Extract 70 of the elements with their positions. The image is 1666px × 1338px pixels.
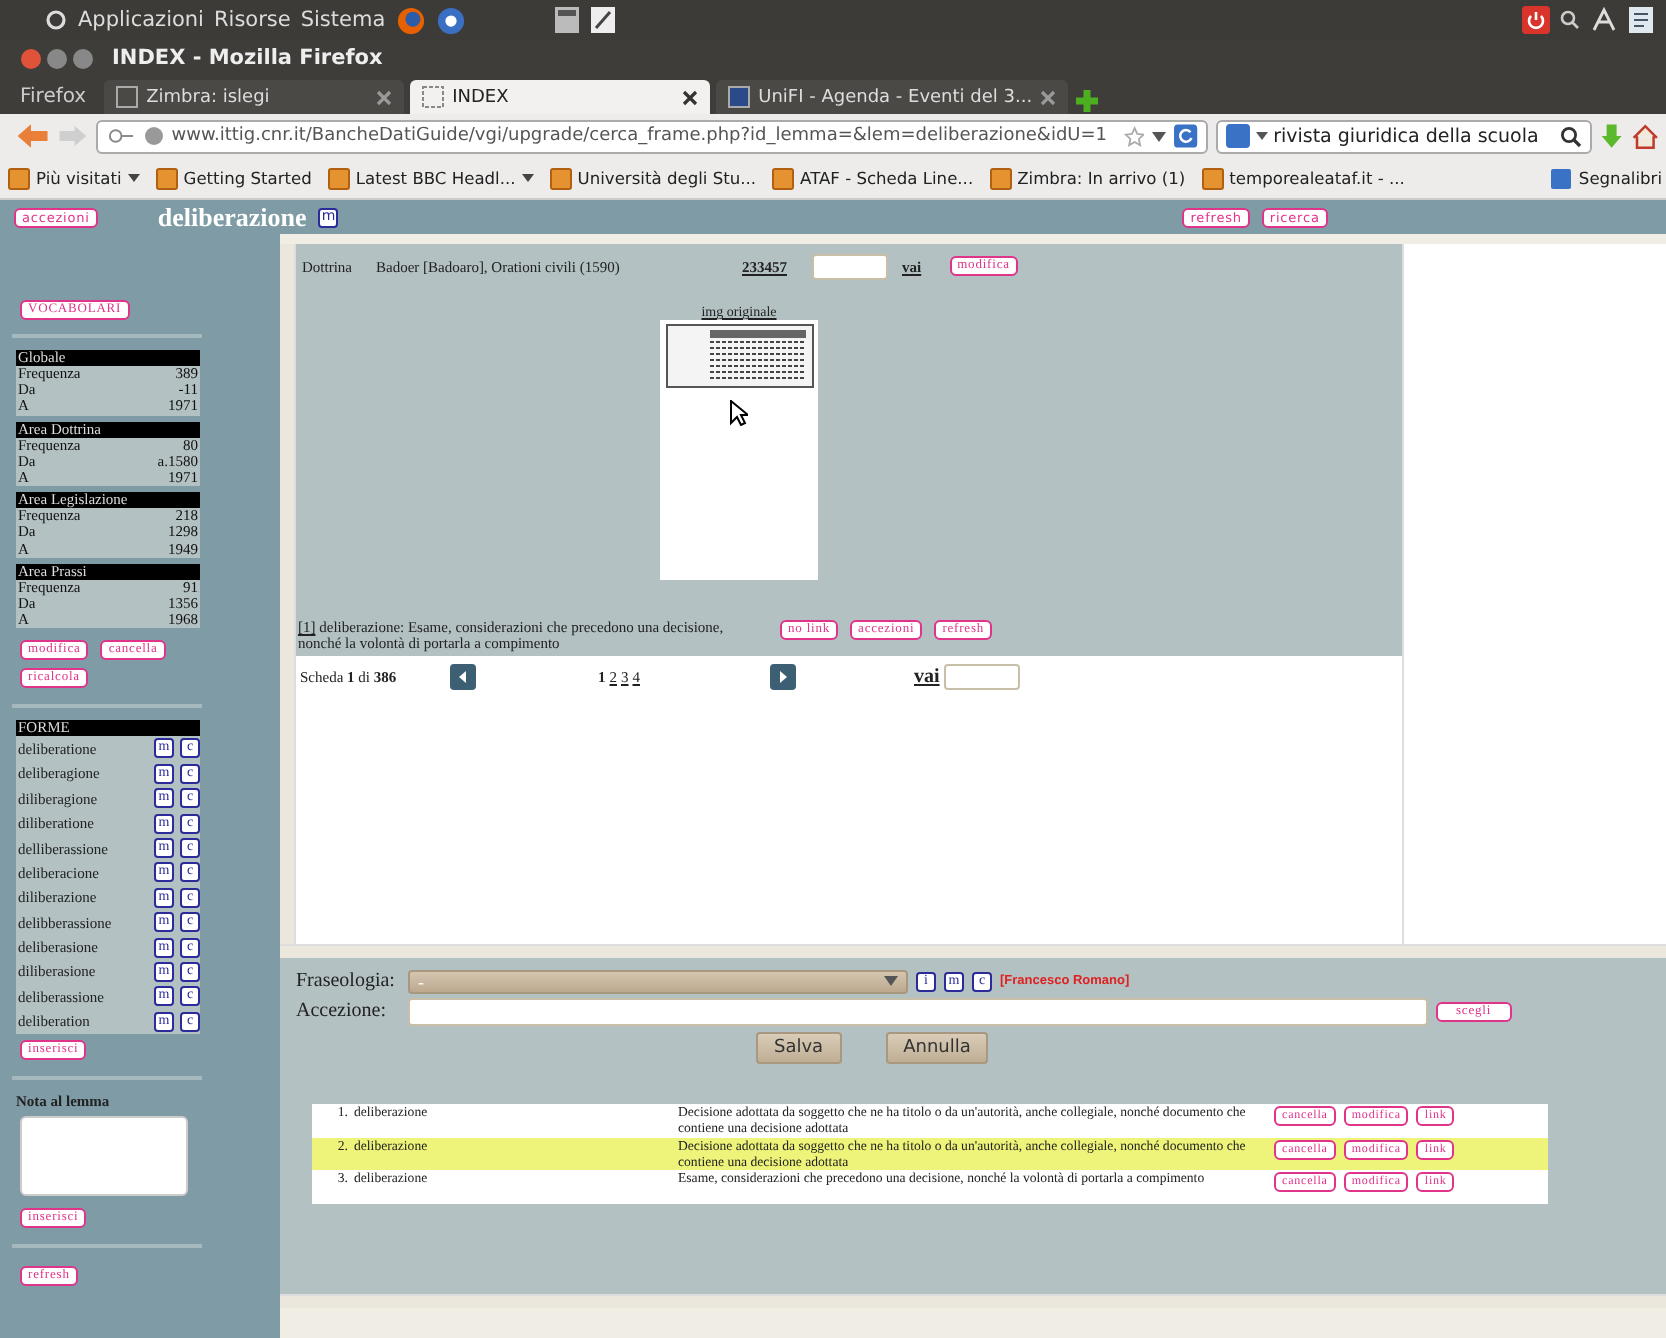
sense-label: Accezione: (296, 1000, 388, 1022)
maximize-icon[interactable] (72, 47, 94, 69)
bookmark-item[interactable]: Più visitati (8, 167, 140, 189)
bookmark-item[interactable]: temporealeataf.it - ... (1201, 167, 1405, 189)
close-tab-icon[interactable] (682, 89, 699, 105)
key-icon (105, 124, 137, 148)
back-arrow-icon[interactable] (16, 120, 50, 152)
bookmark-icon (989, 167, 1012, 189)
calculator-icon[interactable] (553, 6, 580, 34)
reload-icon[interactable] (1173, 124, 1198, 148)
system-menu[interactable]: Sistema (300, 8, 386, 32)
search-field[interactable]: rivista giuridica della scuola (1215, 119, 1593, 153)
globe-icon (144, 126, 164, 146)
bookmark-icon (327, 167, 350, 189)
search-icon[interactable] (1560, 10, 1580, 30)
notes-icon[interactable] (1628, 6, 1654, 34)
previous-button[interactable] (450, 663, 476, 689)
lemma-title: deliberazione (157, 201, 307, 233)
browser-tab[interactable]: Zimbra: islegi (104, 80, 405, 114)
caret-icon[interactable] (1255, 132, 1268, 140)
new-tab-icon[interactable] (1074, 88, 1101, 114)
power-icon[interactable] (1522, 6, 1550, 34)
bookmarks-menu[interactable]: Segnalibri (1550, 167, 1662, 189)
bookmark-icon (772, 167, 795, 189)
bookmark-item[interactable]: ATAF - Scheda Line... (772, 167, 974, 189)
cancel-button[interactable]: Annulla (885, 1032, 989, 1064)
minimize-icon[interactable] (46, 47, 68, 69)
mouse-cursor-icon (730, 400, 748, 426)
page-icon (728, 86, 751, 108)
scrollbar[interactable] (280, 944, 1666, 958)
caret-icon (884, 976, 898, 986)
caret-icon[interactable] (1152, 131, 1166, 141)
app-menu-button[interactable]: Firefox (12, 86, 99, 114)
search-icon[interactable] (1560, 125, 1583, 147)
page-icon (422, 86, 445, 108)
browser-icon[interactable] (395, 5, 426, 35)
go-link[interactable]: vai (914, 665, 940, 687)
browser-tab[interactable]: INDEX (410, 80, 711, 114)
close-window-icon[interactable] (20, 47, 42, 69)
system-menu[interactable]: Applicazioni (78, 8, 204, 32)
search-engine-icon[interactable] (1225, 124, 1250, 148)
phrase-label: Fraseologia: (296, 970, 397, 992)
system-menu[interactable]: Risorse (213, 8, 291, 32)
scrollbar[interactable] (280, 244, 296, 944)
note-field[interactable] (20, 1115, 188, 1196)
bookmark-item[interactable]: Università degli Stu... (549, 167, 757, 189)
bookmark-icon (8, 167, 30, 189)
record-id-field[interactable] (812, 253, 888, 279)
page-icon (116, 86, 139, 108)
bookmark-item[interactable]: Getting Started (155, 167, 312, 189)
logo-icon[interactable] (44, 8, 68, 32)
bookmark-icon (1201, 167, 1224, 189)
browser-tab[interactable]: UniFI - Agenda - Eventi del 3... (716, 80, 1069, 114)
text-editor-icon[interactable] (589, 6, 616, 34)
address-bar[interactable]: www.ittig.cnr.it/BancheDatiGuide/vgi/upgrade/cerca_frame.php?id_lemma=&lem=deliberazione&idU=1 (95, 119, 1208, 153)
bookmark-icon (549, 167, 572, 189)
bookmark-icon (1550, 167, 1573, 189)
window-title: INDEX - Mozilla Firefox (112, 46, 383, 70)
home-icon[interactable] (1631, 121, 1658, 151)
bookmark-item[interactable]: Latest BBC Headl... (327, 167, 534, 189)
save-button[interactable]: Salva (756, 1032, 842, 1064)
help-icon[interactable] (435, 5, 466, 35)
document-thumbnail[interactable] (660, 320, 818, 580)
sense-field[interactable] (408, 997, 1428, 1025)
bookmark-item[interactable]: Zimbra: In arrivo (1) (989, 167, 1186, 189)
scrollbar[interactable] (280, 1294, 1666, 1308)
next-button[interactable] (770, 663, 796, 689)
page-field[interactable] (943, 663, 1020, 689)
bookmark-icon (155, 167, 178, 189)
star-icon[interactable] (1123, 125, 1145, 147)
